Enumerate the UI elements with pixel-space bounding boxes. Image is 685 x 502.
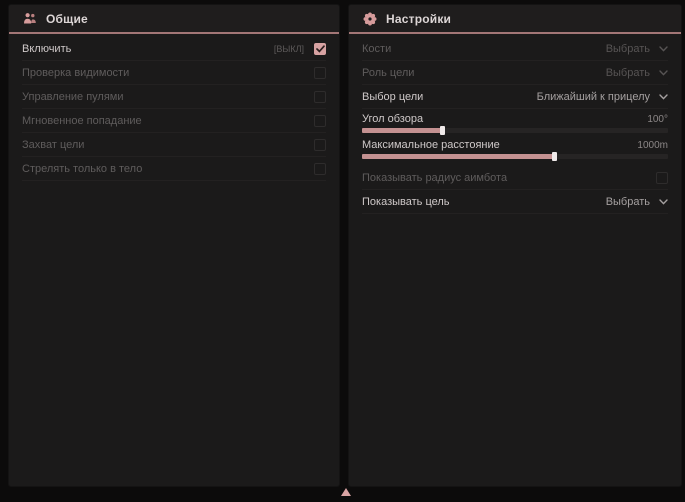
fov-value: 100° xyxy=(647,114,668,125)
row-target-role: Роль цели Выбрать xyxy=(362,61,668,85)
show-target-select-value: Выбрать xyxy=(606,196,650,208)
target-selection-label: Выбор цели xyxy=(362,91,537,103)
show-target-select[interactable]: Выбрать xyxy=(606,196,668,208)
target-lock-label: Захват цели xyxy=(22,139,314,151)
target-role-label: Роль цели xyxy=(362,67,606,79)
cursor-triangle-icon xyxy=(341,488,351,496)
row-bullet-control: Управление пулями xyxy=(22,85,326,109)
max-distance-slider[interactable] xyxy=(362,154,668,159)
bullet-control-checkbox[interactable] xyxy=(314,91,326,103)
instant-hit-label: Мгновенное попадание xyxy=(22,115,314,127)
fov-slider-fill xyxy=(362,128,443,133)
row-show-target: Показывать цель Выбрать xyxy=(362,190,668,214)
row-max-distance: Максимальное расстояние 1000m xyxy=(362,135,668,161)
panel-general-header: Общие xyxy=(9,5,339,34)
bones-label: Кости xyxy=(362,43,606,55)
row-body-only: Стрелять только в тело xyxy=(22,157,326,181)
row-enable: Включить [ВЫКЛ] xyxy=(22,37,326,61)
max-distance-slider-fill xyxy=(362,154,555,159)
target-role-select[interactable]: Выбрать xyxy=(606,67,668,79)
show-aimbot-radius-checkbox[interactable] xyxy=(656,172,668,184)
chevron-down-icon xyxy=(659,46,668,52)
target-lock-checkbox[interactable] xyxy=(314,139,326,151)
row-bones: Кости Выбрать xyxy=(362,37,668,61)
chevron-down-icon xyxy=(659,94,668,100)
row-show-aimbot-radius: Показывать радиус аимбота xyxy=(362,166,668,190)
enable-hotkey-badge: [ВЫКЛ] xyxy=(274,44,304,54)
visibility-check-label: Проверка видимости xyxy=(22,67,314,79)
max-distance-slider-thumb[interactable] xyxy=(552,152,557,161)
bones-select-value: Выбрать xyxy=(606,43,650,55)
row-target-selection: Выбор цели Ближайший к прицелу xyxy=(362,85,668,109)
app-window: Общие Включить [ВЫКЛ] Проверка видимости… xyxy=(0,0,685,502)
row-target-lock: Захват цели xyxy=(22,133,326,157)
panel-settings-title: Настройки xyxy=(386,12,451,26)
body-only-label: Стрелять только в тело xyxy=(22,163,314,175)
bones-select[interactable]: Выбрать xyxy=(606,43,668,55)
chevron-down-icon xyxy=(659,70,668,76)
panel-settings: Настройки Кости Выбрать Роль цели Выбрат… xyxy=(348,4,682,487)
target-selection-select[interactable]: Ближайший к прицелу xyxy=(537,91,668,103)
panel-general: Общие Включить [ВЫКЛ] Проверка видимости… xyxy=(8,4,340,487)
bullet-control-label: Управление пулями xyxy=(22,91,314,103)
target-selection-select-value: Ближайший к прицелу xyxy=(537,91,650,103)
max-distance-value: 1000m xyxy=(637,140,668,151)
visibility-check-checkbox[interactable] xyxy=(314,67,326,79)
fov-slider-thumb[interactable] xyxy=(440,126,445,135)
users-icon xyxy=(23,12,37,25)
show-aimbot-radius-label: Показывать радиус аимбота xyxy=(362,172,656,184)
fov-label: Угол обзора xyxy=(362,113,423,125)
row-visibility-check: Проверка видимости xyxy=(22,61,326,85)
body-only-checkbox[interactable] xyxy=(314,163,326,175)
panel-settings-header: Настройки xyxy=(349,5,681,34)
enable-label: Включить xyxy=(22,43,274,55)
max-distance-label: Максимальное расстояние xyxy=(362,139,500,151)
fov-slider[interactable] xyxy=(362,128,668,133)
gear-icon xyxy=(363,12,377,26)
row-instant-hit: Мгновенное попадание xyxy=(22,109,326,133)
row-fov: Угол обзора 100° xyxy=(362,109,668,135)
target-role-select-value: Выбрать xyxy=(606,67,650,79)
show-target-label: Показывать цель xyxy=(362,196,606,208)
instant-hit-checkbox[interactable] xyxy=(314,115,326,127)
panel-general-title: Общие xyxy=(46,12,88,26)
enable-checkbox[interactable] xyxy=(314,43,326,55)
chevron-down-icon xyxy=(659,199,668,205)
panel-general-body: Включить [ВЫКЛ] Проверка видимости Управ… xyxy=(9,34,339,181)
panel-settings-body: Кости Выбрать Роль цели Выбрать Выбор це… xyxy=(349,34,681,214)
